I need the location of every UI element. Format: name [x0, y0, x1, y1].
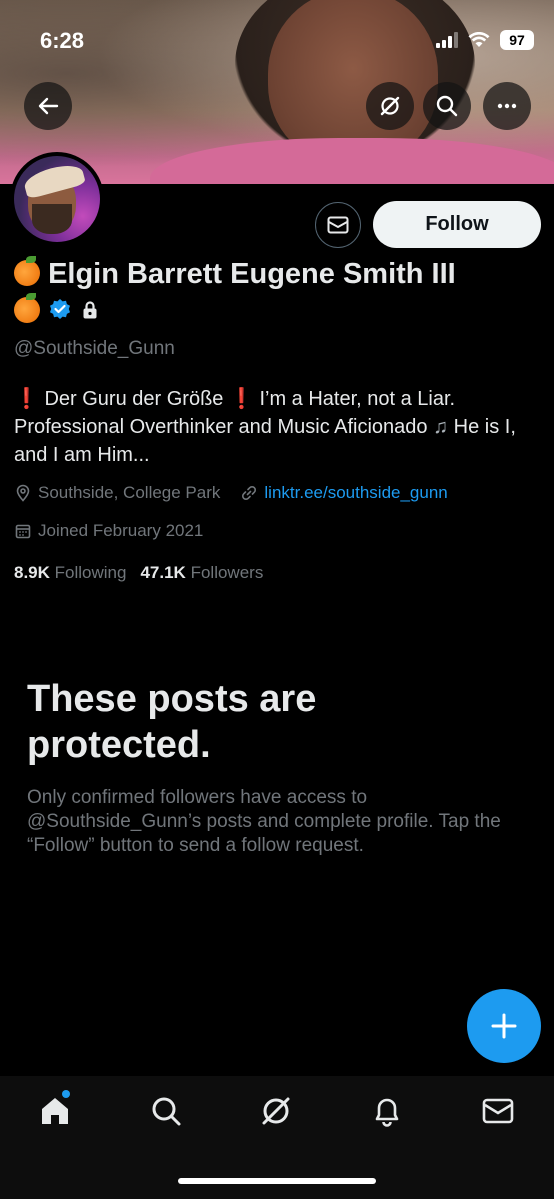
- message-button[interactable]: [315, 202, 361, 248]
- avatar[interactable]: [10, 152, 104, 246]
- profile-handle: @Southside_Gunn: [14, 338, 175, 359]
- signal-icon: [436, 32, 458, 48]
- search-icon: [436, 95, 458, 117]
- compose-button[interactable]: [467, 989, 541, 1063]
- protected-title: These posts are protected.: [27, 678, 317, 766]
- following-label: Following: [54, 563, 127, 582]
- bio-part-2: I’m a Hater, not a Liar.: [259, 388, 456, 410]
- verified-icon[interactable]: [48, 298, 72, 322]
- search-button[interactable]: [423, 82, 471, 130]
- message-icon: [327, 216, 349, 234]
- display-name-text: Elgin Barrett Eugene Smith III: [48, 258, 456, 290]
- status-indicators: 97: [436, 30, 534, 50]
- follow-stats: 8.9K Following 47.1K Followers: [14, 563, 263, 583]
- home-icon: [42, 1098, 68, 1124]
- more-button[interactable]: [483, 82, 531, 130]
- avatar-image: [14, 156, 100, 242]
- battery-indicator: 97: [500, 30, 534, 50]
- location-icon: [16, 484, 30, 502]
- bell-icon: [375, 1098, 399, 1127]
- following-count: 8.9K: [14, 563, 50, 582]
- followers-link[interactable]: 47.1K Followers: [140, 563, 263, 583]
- lock-icon: [83, 301, 97, 319]
- exclamation-icon: ❗: [14, 388, 39, 410]
- profile-meta-location: Southside, College Park linktr.ee/souths…: [14, 483, 448, 503]
- music-note-icon: ♫: [433, 416, 449, 438]
- status-bar: 6:28 97: [0, 0, 554, 80]
- protected-body: Only confirmed followers have access to …: [27, 787, 501, 856]
- grok-icon: [380, 96, 400, 116]
- grok-icon: [262, 1097, 290, 1125]
- location-text: Southside, College Park: [38, 483, 221, 502]
- plus-icon: [491, 1013, 517, 1039]
- followers-count: 47.1K: [140, 563, 186, 582]
- tab-grok[interactable]: [256, 1091, 296, 1131]
- website-link[interactable]: linktr.ee/southside_gunn: [264, 483, 447, 503]
- tab-messages[interactable]: [478, 1091, 518, 1131]
- link-icon: [242, 485, 257, 501]
- joined-text: Joined February 2021: [38, 521, 204, 540]
- followers-label: Followers: [190, 563, 264, 582]
- mail-icon: [482, 1098, 514, 1124]
- back-arrow-icon: [38, 97, 59, 115]
- home-indicator: [178, 1178, 376, 1184]
- display-name-badges: [14, 293, 100, 323]
- search-icon: [152, 1097, 181, 1126]
- profile-meta-joined: Joined February 2021: [14, 521, 203, 541]
- status-time: 6:28: [40, 28, 85, 53]
- tab-search[interactable]: [146, 1091, 186, 1131]
- more-icon: [497, 103, 517, 109]
- exclamation-icon: ❗: [228, 388, 254, 410]
- profile-bio: ❗ Der Guru der Größe ❗ I’m a Hater, not …: [14, 385, 539, 469]
- bio-part-1: Der Guru der Größe: [44, 388, 224, 410]
- calendar-icon: [15, 524, 31, 539]
- tab-notifications[interactable]: [367, 1091, 407, 1131]
- display-name: Elgin Barrett Eugene Smith III: [14, 256, 456, 291]
- wifi-icon: [468, 32, 490, 47]
- follow-button[interactable]: Follow: [373, 201, 541, 248]
- following-link[interactable]: 8.9K Following: [14, 563, 126, 583]
- orange-emoji-icon: [14, 293, 40, 323]
- grok-button[interactable]: [366, 82, 414, 130]
- back-button[interactable]: [24, 82, 72, 130]
- orange-emoji-icon: [14, 256, 40, 286]
- tab-home[interactable]: [35, 1091, 75, 1131]
- bio-part-3: Professional Overthinker and Music Afici…: [14, 416, 428, 438]
- home-notification-dot: [62, 1090, 70, 1098]
